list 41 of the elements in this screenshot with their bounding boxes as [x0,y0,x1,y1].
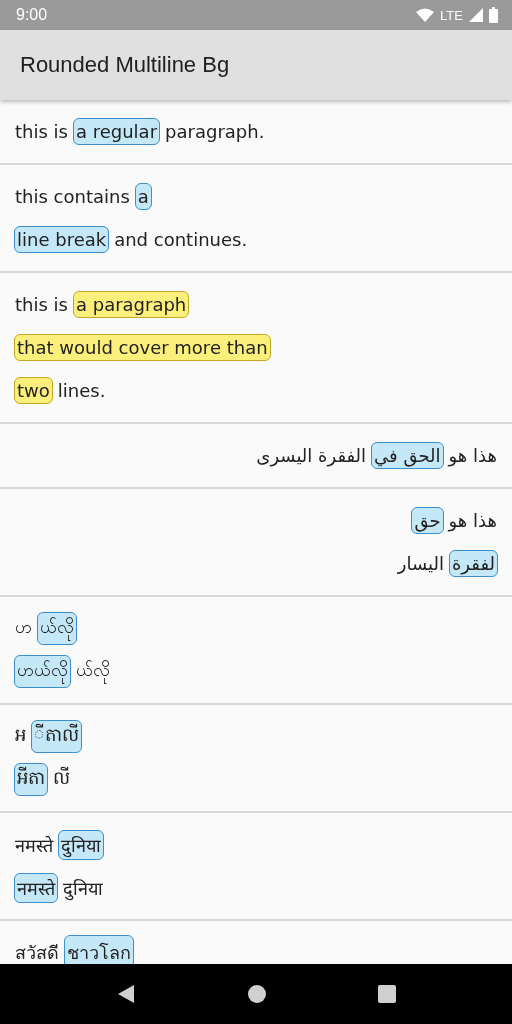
paragraph-text: الفقرة اليسرى [255,445,368,466]
highlighted-text: ชาวโลก [64,935,134,964]
highlighted-text: that would cover more than [14,334,271,361]
paragraph-text: លី [52,766,71,790]
network-label: LTE [440,7,463,23]
home-icon[interactable] [247,984,267,1004]
highlighted-text: a [134,183,152,210]
highlighted-text: दुनिया [58,829,104,860]
battery-icon [489,7,498,23]
paragraph-text: អ [14,723,27,747]
highlighted-text: ဟယ်လို [14,655,71,688]
recents-icon[interactable] [378,985,397,1003]
highlighted-text: two [14,377,53,404]
paragraph-text: this is [14,294,69,315]
paragraph-text: สวัสดี [14,941,60,964]
paragraph-text: lines. [56,380,107,401]
status-time: 9:00 [16,6,49,24]
highlighted-text: ယ်လို [37,612,77,645]
signal-icon [469,8,483,22]
highlighted-text: حق [411,507,444,534]
paragraph-text: paragraph. [164,121,266,142]
paragraph-text: this is [14,121,69,142]
paragraph-text: नमस्ते [14,833,54,857]
highlighted-text: a paragraph [72,291,190,318]
highlighted-text: a regular [72,118,161,145]
paragraph-text: दुनिया [62,876,104,900]
highlighted-text: ីតាលី [31,720,82,753]
highlighted-text: អីតា [14,763,48,796]
app-title: Rounded Multiline Bg [20,52,230,78]
highlighted-text: الحق في [371,442,444,469]
highlighted-text: line break [14,226,110,253]
paragraph-text: هذا هو [447,510,498,531]
paragraph-text: اليسار [396,553,445,574]
paragraph-text: this contains [14,186,131,207]
highlighted-text: لفقرة [448,550,498,577]
paragraph-text: ဟ [14,615,33,639]
paragraph-text: and continues. [113,229,249,250]
paragraph-text: هذا هو [447,445,498,466]
wifi-icon [416,8,435,22]
highlighted-text: नमस्ते [14,872,58,903]
paragraph-text: ယ်လို [75,658,111,685]
